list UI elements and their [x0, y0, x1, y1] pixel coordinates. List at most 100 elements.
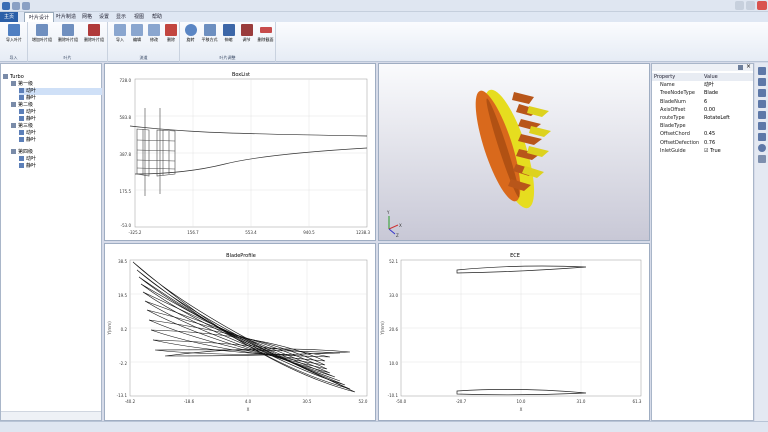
- y-tick: 583.8: [120, 115, 132, 120]
- document-import-icon: [114, 24, 126, 36]
- tree-stage-3-rotor[interactable]: 动叶: [19, 130, 36, 137]
- rotate-button[interactable]: 旋转: [182, 24, 199, 52]
- tab-help[interactable]: 帮助: [148, 12, 166, 22]
- document-edit-icon: [131, 24, 143, 36]
- property-row[interactable]: OffsetChord 0.45: [652, 130, 753, 138]
- import-blade-button[interactable]: 导入叶片: [4, 24, 24, 52]
- adjust-button[interactable]: 调节: [238, 24, 255, 52]
- property-row[interactable]: InletGuide ☑ True: [652, 147, 753, 155]
- tool-icon[interactable]: [758, 78, 766, 86]
- 3d-view-pane[interactable]: X Y Z: [378, 63, 650, 241]
- x-tick: 52.0: [359, 399, 368, 404]
- property-row[interactable]: BladeNum 6: [652, 98, 753, 106]
- save-quick-icon[interactable]: [12, 2, 20, 10]
- tab-home[interactable]: 主页: [0, 12, 19, 22]
- minimize-icon[interactable]: [735, 1, 744, 10]
- project-tree: Turbo 第一级 动叶 静叶 第二级 动叶 静叶 第三级 动叶 静叶 第四级 …: [0, 63, 102, 421]
- tab-view[interactable]: 视图: [130, 12, 148, 22]
- tool-icon[interactable]: [758, 100, 766, 108]
- tree-stage-3[interactable]: 第三级: [11, 123, 33, 130]
- tree-stage-2[interactable]: 第二级: [11, 102, 33, 109]
- tool-icon[interactable]: [758, 133, 766, 141]
- tree-stage-1-rotor[interactable]: 动叶: [19, 88, 102, 95]
- blade-icon: [19, 163, 24, 168]
- svg-text:X: X: [399, 223, 402, 228]
- y-tick: 0.2: [121, 327, 128, 332]
- ribbon-group-flowpath: 导入 编辑 修改 删除 流道: [108, 22, 180, 62]
- help-icon[interactable]: [758, 144, 766, 152]
- rotate-icon: [184, 24, 197, 36]
- y-tick: 728.0: [120, 78, 132, 83]
- x-tick: -18.6: [184, 399, 195, 404]
- tool-icon[interactable]: [758, 122, 766, 130]
- tree-stage-1[interactable]: 第一级: [11, 81, 33, 88]
- section-bottom-curve: [456, 389, 587, 396]
- maximize-icon[interactable]: [746, 1, 755, 10]
- x-tick: 30.5: [303, 399, 312, 404]
- blade-profile-plot: BladeProfile 38.5 19.5 0.2 -2.2 -13.1 -4…: [107, 253, 368, 412]
- axis-triad: X Y Z: [386, 210, 402, 238]
- pin-icon[interactable]: [738, 65, 743, 70]
- property-header-row: Property Value: [652, 73, 753, 82]
- x-tick: -40.2: [125, 399, 136, 404]
- property-table: Property Value Name 动叶 TreeNodeType Blade …: [652, 73, 753, 155]
- property-row[interactable]: TreeNodeType Blade: [652, 89, 753, 97]
- x-tick: -50.0: [396, 399, 407, 404]
- delete-section-icon: [259, 27, 272, 33]
- x-axis-label: X: [520, 407, 523, 412]
- undo-quick-icon[interactable]: [22, 2, 30, 10]
- blade-grid: [136, 108, 176, 196]
- property-row[interactable]: OffsetDefection 0.76: [652, 139, 753, 147]
- inlet-guide-checkbox[interactable]: ☑ True: [702, 147, 753, 155]
- tab-blade-design[interactable]: 叶片设计: [24, 12, 55, 22]
- tab-settings[interactable]: 设置: [95, 12, 113, 22]
- document-delete-icon: [165, 24, 177, 36]
- add-blade-icon: [36, 24, 48, 36]
- tree-root[interactable]: Turbo: [3, 74, 24, 81]
- y-tick: 20.6: [389, 327, 398, 332]
- tab-mesh[interactable]: 网格: [78, 12, 96, 22]
- tool-icon[interactable]: [758, 89, 766, 97]
- 3d-blade-render: X Y Z: [386, 89, 551, 238]
- y-tick: 33.0: [389, 293, 398, 298]
- y-axis-label: Y(mm): [380, 321, 385, 336]
- blade-section-pane[interactable]: ECE 52.1 33.0 20.6 10.0 -10.1 -50.0 -20.…: [378, 243, 650, 421]
- tree-stage-4-rotor[interactable]: 动叶: [19, 156, 36, 163]
- delete-section-button[interactable]: 删除截面: [256, 24, 275, 52]
- tree-stage-4-stator[interactable]: 静叶: [19, 163, 36, 170]
- property-row[interactable]: routeType RotateLeft: [652, 114, 753, 122]
- blade-icon: [19, 130, 24, 135]
- translate-mode-button[interactable]: 平移方式: [200, 24, 219, 52]
- close-icon[interactable]: [757, 1, 767, 10]
- flowpath-delete-button[interactable]: 删除: [161, 24, 181, 52]
- tool-icon[interactable]: [758, 111, 766, 119]
- status-bar: [0, 421, 768, 432]
- tab-blade-manufacture[interactable]: 叶片制造: [52, 12, 80, 22]
- blade-profile-title: BladeProfile: [226, 253, 256, 259]
- tree-stage-2-rotor[interactable]: 动叶: [19, 109, 36, 116]
- search-icon[interactable]: [758, 155, 766, 163]
- scale-button[interactable]: 伸缩: [220, 24, 237, 52]
- meridional-view-pane[interactable]: BoxList 728.0 583.8 387.8 175.5 -53.0 -3…: [104, 63, 376, 241]
- ribbon-group-import: 导入叶片 导入: [0, 22, 28, 62]
- property-row[interactable]: AxisOffset 0.00: [652, 106, 753, 114]
- tree-stage-1-stator[interactable]: 静叶: [19, 95, 36, 102]
- property-row[interactable]: BladeType: [652, 122, 753, 130]
- section-top-curve: [456, 265, 587, 274]
- tree-horizontal-scrollbar[interactable]: [1, 411, 101, 420]
- title-bar: [0, 0, 768, 12]
- tool-icon[interactable]: [758, 67, 766, 75]
- tree-stage-2-stator[interactable]: 静叶: [19, 116, 36, 123]
- tree-stage-3-stator[interactable]: 静叶: [19, 137, 36, 144]
- remove-blade-group-button[interactable]: 删除叶片组: [56, 24, 80, 52]
- tab-display[interactable]: 显示: [112, 12, 130, 22]
- close-panel-icon[interactable]: ×: [746, 64, 751, 70]
- blade-profile-curves: [132, 261, 356, 393]
- blade-profile-pane[interactable]: BladeProfile 38.5 19.5 0.2 -2.2 -13.1 -4…: [104, 243, 376, 421]
- shroud-line: [129, 125, 368, 137]
- delete-blade-group-button[interactable]: 删除叶片组: [82, 24, 106, 52]
- property-grid: × Property Value Name 动叶 TreeNodeType Blad…: [651, 63, 754, 421]
- add-blade-group-button[interactable]: 增加叶片组: [30, 24, 54, 52]
- tree-stage-4[interactable]: 第四级: [11, 149, 33, 156]
- property-row[interactable]: Name 动叶: [652, 81, 753, 89]
